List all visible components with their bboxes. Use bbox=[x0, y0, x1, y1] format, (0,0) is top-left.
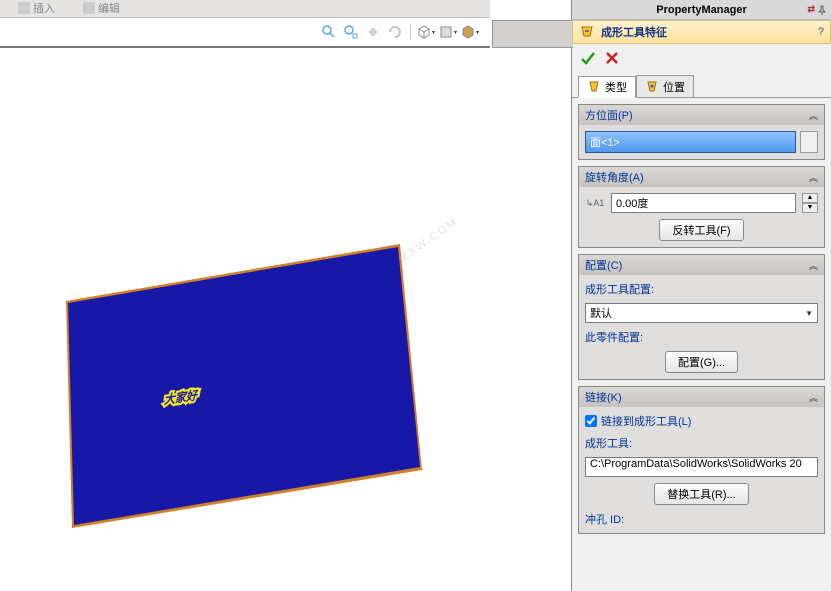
frag-icon-1 bbox=[18, 2, 30, 14]
pm-header-title: PropertyManager bbox=[656, 4, 746, 16]
link-to-tool-label: 链接到成形工具(L) bbox=[601, 413, 691, 429]
group-config-title: 配置(C) bbox=[585, 257, 622, 273]
model-viewport[interactable]: 软件自学网 WWW.RJZXW.COM 大家好 大家好 bbox=[0, 46, 490, 591]
link-to-tool-row[interactable]: 链接到成形工具(L) bbox=[585, 413, 818, 429]
config-button[interactable]: 配置(G)... bbox=[665, 351, 738, 373]
group-rotation-title: 旋转角度(A) bbox=[585, 169, 644, 185]
frag-icon-2 bbox=[83, 2, 95, 14]
selection-side-button[interactable] bbox=[800, 131, 818, 153]
model-plate: 大家好 大家好 bbox=[54, 216, 434, 528]
config-combo-value: 默认 bbox=[590, 305, 612, 321]
rotate-view-icon[interactable] bbox=[386, 23, 404, 41]
collapse-icon[interactable]: ︽ bbox=[809, 171, 818, 184]
group-rotation-head[interactable]: 旋转角度(A) ︽ bbox=[579, 167, 824, 187]
forming-tool-path-input[interactable]: C:\ProgramData\SolidWorks\SolidWorks 20 bbox=[585, 457, 818, 477]
frag-label-1: 插入 bbox=[33, 0, 55, 16]
toolbar-separator bbox=[410, 24, 411, 40]
group-link-title: 链接(K) bbox=[585, 389, 622, 405]
cancel-icon[interactable] bbox=[604, 50, 620, 66]
pan-icon[interactable]: ✥ bbox=[364, 23, 382, 41]
tab-position-label: 位置 bbox=[663, 79, 685, 95]
group-placement-title: 方位面(P) bbox=[585, 107, 633, 123]
pm-titlebar: 成形工具特征 ? bbox=[572, 20, 831, 44]
forming-tool-icon bbox=[579, 24, 595, 40]
forming-tool-path-label: 成形工具: bbox=[585, 435, 818, 451]
top-toolbar-fragment: 插入 编辑 bbox=[0, 0, 490, 18]
collapse-icon[interactable]: ︽ bbox=[809, 391, 818, 404]
type-tab-icon bbox=[587, 80, 601, 94]
tab-position[interactable]: 位置 bbox=[636, 75, 694, 97]
property-manager-panel: PropertyManager ⇄ 成形工具特征 ? 类型 位置 方位面(P) … bbox=[571, 0, 831, 591]
config-tool-label: 成形工具配置: bbox=[585, 281, 818, 297]
pm-expand-icon[interactable]: ⇄ bbox=[807, 4, 815, 15]
tab-type[interactable]: 类型 bbox=[578, 76, 636, 98]
zoom-fit-icon[interactable] bbox=[320, 23, 338, 41]
angle-icon: ↳A1 bbox=[585, 193, 605, 213]
pushpin-icon[interactable] bbox=[817, 5, 827, 15]
group-placement: 方位面(P) ︽ 面<1> bbox=[578, 104, 825, 160]
display-style-icon[interactable]: ▾ bbox=[439, 23, 457, 41]
pm-tabs: 类型 位置 bbox=[572, 72, 831, 98]
section-icon[interactable]: ▾ bbox=[461, 23, 479, 41]
pm-title-text: 成形工具特征 bbox=[601, 24, 667, 40]
punch-id-label: 冲孔 ID: bbox=[585, 511, 818, 527]
pm-body: 方位面(P) ︽ 面<1> 旋转角度(A) ︽ ↳A1 bbox=[572, 98, 831, 591]
rotation-spinner[interactable]: ▲ ▼ bbox=[802, 193, 818, 213]
group-link: 链接(K) ︽ 链接到成形工具(L) 成形工具: C:\ProgramData\… bbox=[578, 386, 825, 534]
group-link-head[interactable]: 链接(K) ︽ bbox=[579, 387, 824, 407]
view-toolbar: ✥ ▾ ▾ ▾ bbox=[0, 18, 490, 46]
pm-header: PropertyManager ⇄ bbox=[572, 0, 831, 20]
replace-tool-button[interactable]: 替换工具(R)... bbox=[654, 483, 748, 505]
group-placement-head[interactable]: 方位面(P) ︽ bbox=[579, 105, 824, 125]
spin-down-icon[interactable]: ▼ bbox=[802, 203, 818, 213]
view-cube-icon[interactable]: ▾ bbox=[417, 23, 435, 41]
help-icon[interactable]: ? bbox=[818, 26, 824, 38]
flip-tool-button[interactable]: 反转工具(F) bbox=[659, 219, 743, 241]
group-config: 配置(C) ︽ 成形工具配置: 默认 此零件配置: 配置(G)... bbox=[578, 254, 825, 380]
tab-type-label: 类型 bbox=[605, 79, 627, 95]
pm-accept-row bbox=[572, 44, 831, 72]
collapse-icon[interactable]: ︽ bbox=[809, 259, 818, 272]
placement-face-selection[interactable]: 面<1> bbox=[585, 131, 796, 153]
zoom-area-icon[interactable] bbox=[342, 23, 360, 41]
collapse-icon[interactable]: ︽ bbox=[809, 109, 818, 122]
group-rotation: 旋转角度(A) ︽ ↳A1 ▲ ▼ 反转工具(F) bbox=[578, 166, 825, 248]
spin-up-icon[interactable]: ▲ bbox=[802, 193, 818, 203]
rotation-angle-input[interactable] bbox=[611, 193, 796, 213]
position-tab-icon bbox=[645, 80, 659, 94]
group-config-head[interactable]: 配置(C) ︽ bbox=[579, 255, 824, 275]
frag-label-2: 编辑 bbox=[98, 0, 120, 16]
link-to-tool-checkbox[interactable] bbox=[585, 415, 597, 427]
this-part-config-label: 此零件配置: bbox=[585, 329, 818, 345]
placement-face-label: 面<1> bbox=[590, 134, 620, 150]
ok-icon[interactable] bbox=[580, 50, 596, 66]
forming-tool-config-combo[interactable]: 默认 bbox=[585, 303, 818, 323]
